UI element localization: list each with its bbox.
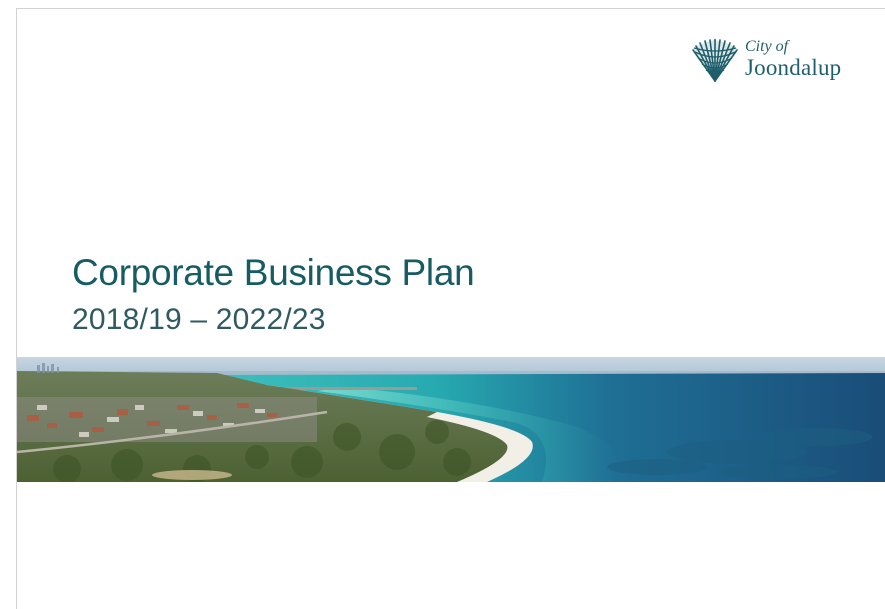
logo-line1: City of: [745, 38, 789, 55]
coastline-banner-image: [17, 357, 885, 482]
city-logo: City of Joondalup: [690, 38, 865, 86]
logo-wordmark: City of Joondalup: [745, 38, 842, 80]
document-period: 2018/19 – 2022/23: [72, 303, 326, 336]
document-title: Corporate Business Plan: [72, 252, 475, 293]
palm-fan-emblem-icon: [692, 38, 738, 82]
logo-line2: Joondalup: [745, 55, 842, 80]
